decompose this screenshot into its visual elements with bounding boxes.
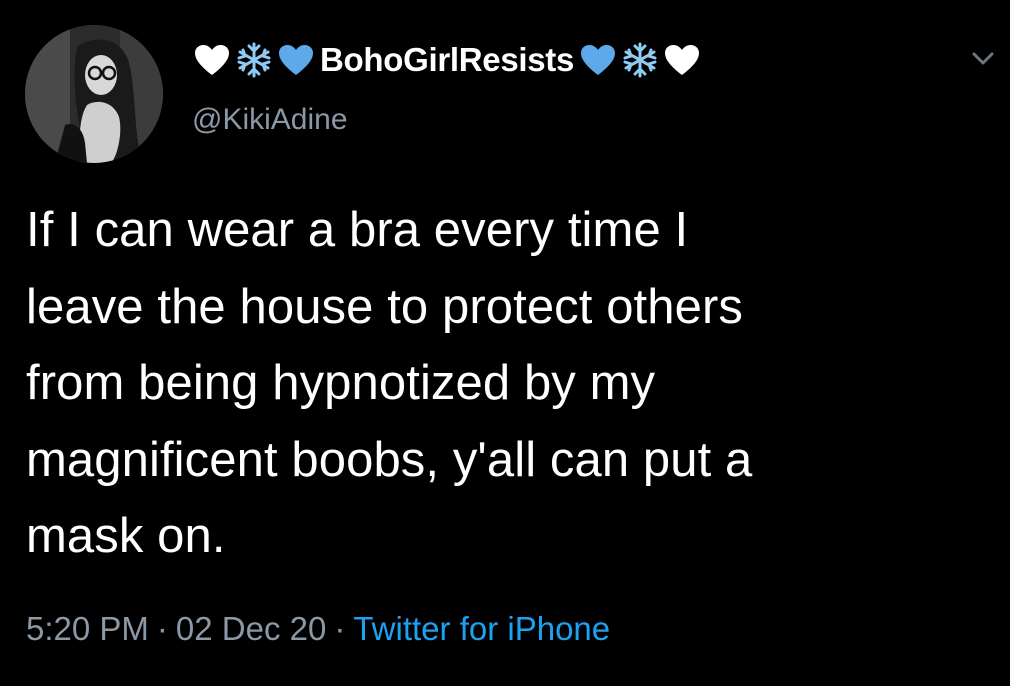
white-heart-icon — [192, 40, 232, 80]
tweet-time[interactable]: 5:20 PM — [26, 610, 149, 647]
tweet-card: BohoGirlResists @KikiAdine If I can wear — [0, 0, 1010, 686]
meta-separator: · — [334, 610, 346, 647]
meta-separator: · — [156, 610, 168, 647]
display-name[interactable]: BohoGirlResists — [320, 41, 574, 79]
tweet-text: If I can wear a bra every time I leave t… — [26, 203, 753, 563]
snowflake-icon — [620, 40, 660, 80]
snowflake-icon — [234, 40, 274, 80]
user-handle[interactable]: @KikiAdine — [192, 103, 348, 137]
display-name-row[interactable]: BohoGirlResists — [192, 34, 702, 86]
tweet-meta: 5:20 PM · 02 Dec 20 · Twitter for iPhone — [26, 610, 610, 648]
blue-heart-icon — [578, 40, 618, 80]
avatar[interactable] — [25, 25, 163, 163]
white-heart-icon — [662, 40, 702, 80]
blue-heart-icon — [276, 40, 316, 80]
chevron-down-icon[interactable] — [968, 44, 998, 74]
tweet-source-link[interactable]: Twitter for iPhone — [353, 610, 610, 647]
tweet-date[interactable]: 02 Dec 20 — [176, 610, 326, 647]
